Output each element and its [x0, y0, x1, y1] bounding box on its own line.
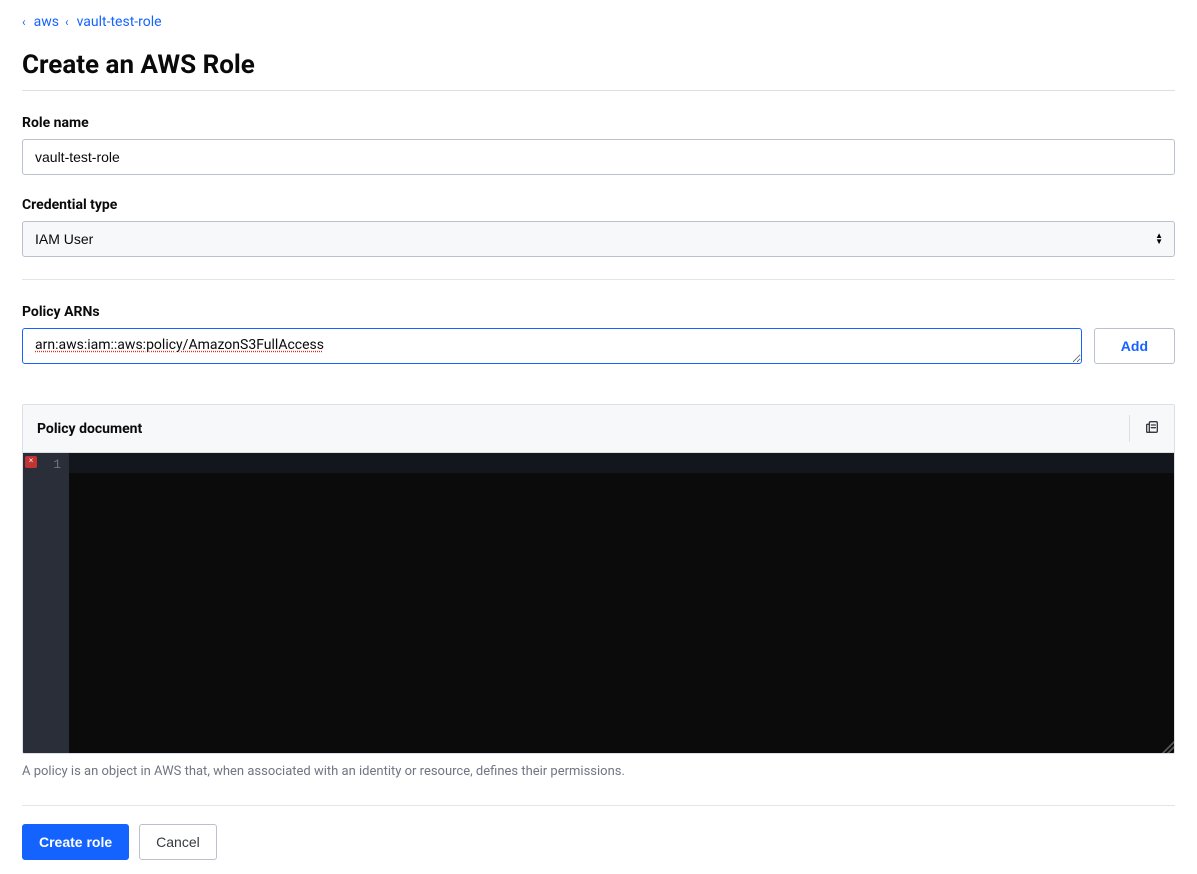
policy-document-panel: Policy document × 1: [22, 404, 1175, 754]
error-icon: ×: [25, 456, 37, 468]
policy-document-label: Policy document: [37, 421, 142, 437]
editor-gutter: × 1: [23, 453, 69, 753]
credential-type-group: Credential type IAM User ▲▼: [22, 197, 1175, 257]
page-title: Create an AWS Role: [22, 50, 1175, 91]
resize-handle-icon[interactable]: [1162, 741, 1174, 753]
role-name-group: Role name: [22, 115, 1175, 175]
cancel-button[interactable]: Cancel: [139, 824, 217, 860]
policy-arn-input[interactable]: [22, 328, 1082, 364]
editor-content[interactable]: [69, 453, 1174, 753]
role-name-label: Role name: [22, 115, 1175, 131]
credential-type-select[interactable]: IAM User: [22, 221, 1175, 257]
line-number: 1: [53, 457, 61, 472]
chevron-left-icon: ‹: [22, 15, 26, 29]
add-arn-button[interactable]: Add: [1094, 328, 1175, 364]
breadcrumb-link-aws[interactable]: aws: [34, 14, 59, 30]
divider: [22, 279, 1175, 280]
credential-type-label: Credential type: [22, 197, 1175, 213]
breadcrumb: ‹ aws ‹ vault-test-role: [22, 14, 1175, 30]
breadcrumb-link-role[interactable]: vault-test-role: [77, 14, 162, 30]
policy-document-help: A policy is an object in AWS that, when …: [22, 764, 1175, 779]
clipboard-icon: [1144, 419, 1160, 435]
form-footer: Create role Cancel: [22, 805, 1175, 860]
role-name-input[interactable]: [22, 139, 1175, 175]
copy-button[interactable]: [1129, 415, 1160, 442]
policy-arns-label: Policy ARNs: [22, 304, 1175, 320]
create-role-button[interactable]: Create role: [22, 824, 129, 860]
policy-document-editor[interactable]: × 1: [23, 453, 1174, 753]
chevron-left-icon: ‹: [65, 15, 69, 29]
policy-arns-group: Policy ARNs Add: [22, 304, 1175, 364]
